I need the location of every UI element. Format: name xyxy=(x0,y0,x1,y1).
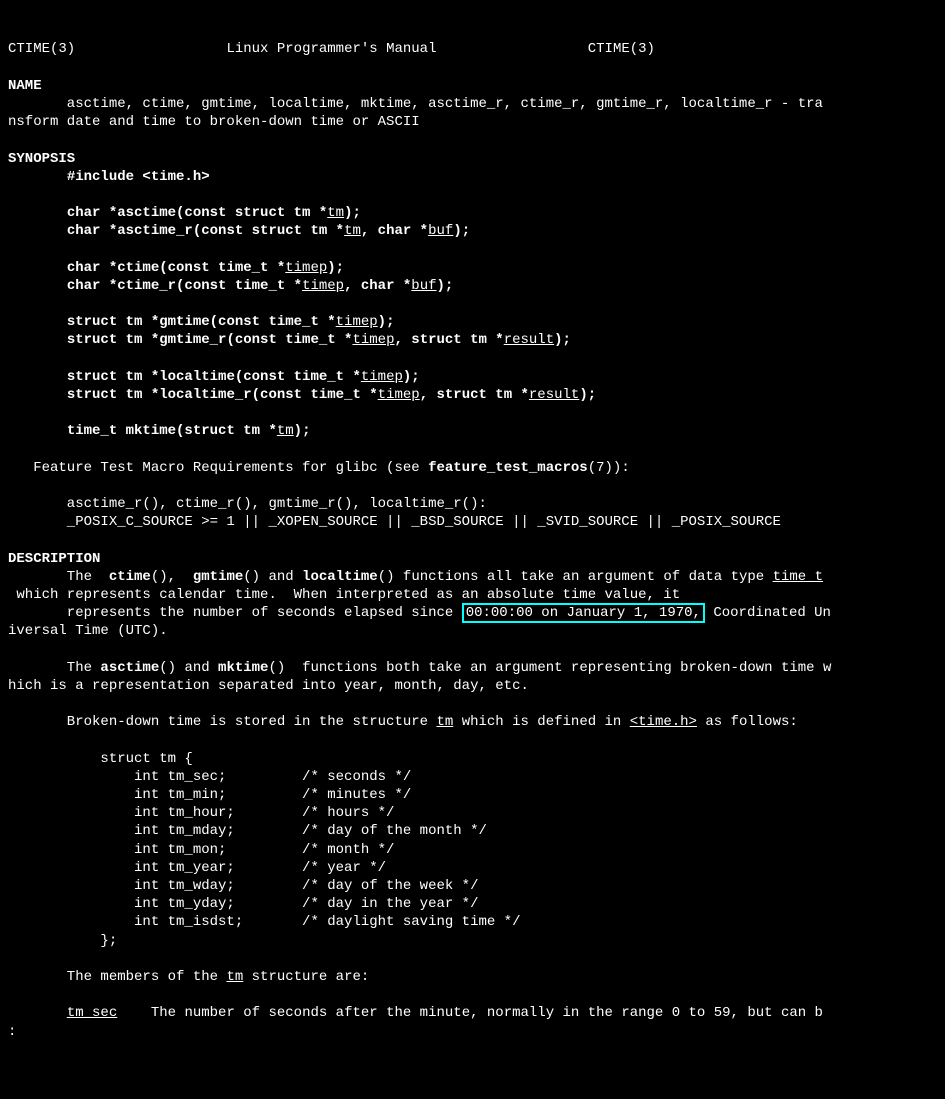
desc-p3-a: Broken-down time is stored in the struct… xyxy=(8,714,436,730)
gmtime-r-arg1: timep xyxy=(352,332,394,348)
struct-block: struct tm { int tm_sec; /* seconds */ in… xyxy=(8,751,520,949)
ctime-r-mid: , char * xyxy=(344,278,411,294)
feat-post: (7)): xyxy=(588,460,630,476)
desc-p1-c: (), xyxy=(151,569,193,585)
desc-p3-b: tm xyxy=(436,714,453,730)
localtime-r-mid: , struct tm * xyxy=(420,387,529,403)
mktime-post: ); xyxy=(294,423,311,439)
asctime-post: ); xyxy=(344,205,361,221)
localtime-r-sig: struct tm *localtime_r(const time_t * xyxy=(67,387,378,403)
localtime-pre xyxy=(8,369,67,385)
members-intro-a: The members of the xyxy=(8,969,226,985)
pager-prompt[interactable]: : xyxy=(8,1024,16,1040)
feat-line2: asctime_r(), ctime_r(), gmtime_r(), loca… xyxy=(8,496,487,512)
desc-p1-d: gmtime xyxy=(193,569,243,585)
section-name: NAME xyxy=(8,78,42,94)
feat-line3: _POSIX_C_SOURCE >= 1 || _XOPEN_SOURCE ||… xyxy=(8,514,781,530)
gmtime-r-post: ); xyxy=(554,332,571,348)
header-right: CTIME(3) xyxy=(588,41,655,57)
desc-p1-h: time_t xyxy=(773,569,823,585)
gmtime-r-arg2: result xyxy=(504,332,554,348)
ctime-sig: char *ctime(const time_t * xyxy=(67,260,285,276)
desc-p3-e: as follows: xyxy=(697,714,798,730)
feat-bold: feature_test_macros xyxy=(428,460,588,476)
ctime-arg: timep xyxy=(285,260,327,276)
localtime-r-arg2: result xyxy=(529,387,579,403)
gmtime-pre xyxy=(8,314,67,330)
desc-p1-g: () functions all take an argument of dat… xyxy=(378,569,773,585)
members-intro-c: structure are: xyxy=(243,969,369,985)
desc-p3-d: <time.h> xyxy=(630,714,697,730)
gmtime-sig: struct tm *gmtime(const time_t * xyxy=(67,314,336,330)
ctime-post: ); xyxy=(327,260,344,276)
mktime-sig: time_t mktime(struct tm * xyxy=(67,423,277,439)
localtime-post: ); xyxy=(403,369,420,385)
gmtime-post: ); xyxy=(378,314,395,330)
desc-p2-b: asctime xyxy=(100,660,159,676)
desc-p3-c: which is defined in xyxy=(453,714,629,730)
localtime-r-post: ); xyxy=(579,387,596,403)
mktime-arg: tm xyxy=(277,423,294,439)
desc-p2-c: () and xyxy=(159,660,218,676)
gmtime-r-pre xyxy=(8,332,67,348)
gmtime-r-mid: , struct tm * xyxy=(394,332,503,348)
asctime-r-arg2: buf xyxy=(428,223,453,239)
asctime-r-sig: char *asctime_r(const struct tm * xyxy=(67,223,344,239)
desc-p1-a: The xyxy=(8,569,109,585)
gmtime-r-sig: struct tm *gmtime_r(const time_t * xyxy=(67,332,353,348)
name-body: asctime, ctime, gmtime, localtime, mktim… xyxy=(8,96,823,130)
asctime-sig: char *asctime(const struct tm * xyxy=(67,205,327,221)
syn-include: #include <time.h> xyxy=(67,169,210,185)
localtime-arg: timep xyxy=(361,369,403,385)
localtime-r-pre xyxy=(8,387,67,403)
desc-p1-b: ctime xyxy=(109,569,151,585)
desc-p1-e: () and xyxy=(243,569,302,585)
header-left: CTIME(3) xyxy=(8,41,75,57)
ctime-r-post: ); xyxy=(437,278,454,294)
members-intro-b: tm xyxy=(226,969,243,985)
epoch-highlight: 00:00:00 on January 1, 1970, xyxy=(462,603,705,623)
desc-p2-a: The xyxy=(8,660,100,676)
desc-p2-d: mktime xyxy=(218,660,268,676)
section-synopsis: SYNOPSIS xyxy=(8,151,75,167)
tm-sec-c: The number of seconds after the minute, … xyxy=(117,1005,823,1021)
desc-p1-f: localtime xyxy=(302,569,378,585)
asctime-r-post: ); xyxy=(453,223,470,239)
asctime-arg: tm xyxy=(327,205,344,221)
asctime-r-pre xyxy=(8,223,67,239)
ctime-pre xyxy=(8,260,67,276)
ctime-r-arg1: timep xyxy=(302,278,344,294)
tm-sec-a xyxy=(8,1005,67,1021)
feat-pre: Feature Test Macro Requirements for glib… xyxy=(8,460,428,476)
man-page: CTIME(3) Linux Programmer's Manual CTIME… xyxy=(8,40,937,1040)
header-center: Linux Programmer's Manual xyxy=(226,41,436,57)
asctime-r-mid: , char * xyxy=(361,223,428,239)
asctime-r-arg1: tm xyxy=(344,223,361,239)
mktime-pre xyxy=(8,423,67,439)
localtime-sig: struct tm *localtime(const time_t * xyxy=(67,369,361,385)
ctime-r-pre xyxy=(8,278,67,294)
gmtime-arg: timep xyxy=(336,314,378,330)
syn-include-pre xyxy=(8,169,67,185)
ctime-r-arg2: buf xyxy=(411,278,436,294)
tm-sec-b: tm_sec xyxy=(67,1005,117,1021)
section-description: DESCRIPTION xyxy=(8,551,100,567)
asctime-pre xyxy=(8,205,67,221)
ctime-r-sig: char *ctime_r(const time_t * xyxy=(67,278,302,294)
localtime-r-arg1: timep xyxy=(378,387,420,403)
